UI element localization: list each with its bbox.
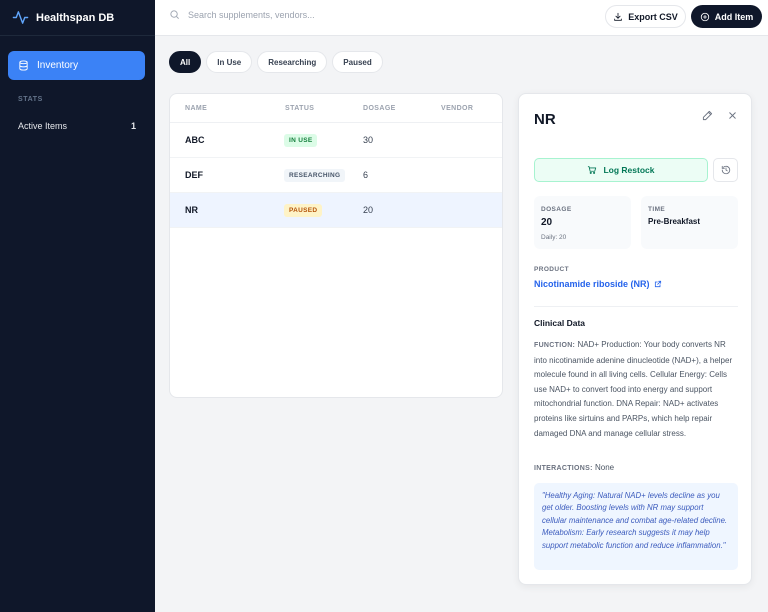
row-name: ABC (185, 135, 205, 145)
row-dosage: 6 (363, 170, 369, 180)
table-row[interactable]: ABC IN USE 30 (170, 123, 502, 158)
row-name: NR (185, 205, 198, 215)
close-button[interactable] (725, 108, 739, 122)
edit-button[interactable] (700, 108, 714, 122)
detail-panel: NR Log Restock DOSAGE 20 Daily: 20 TIME … (518, 93, 752, 585)
dosage-label: DOSAGE (541, 206, 572, 213)
sidebar-item-label: Inventory (37, 60, 79, 71)
search-input[interactable] (188, 9, 448, 20)
table-row[interactable]: DEF RESEARCHING 6 (170, 158, 502, 193)
stat-value: 1 (130, 121, 136, 131)
product-link[interactable]: Nicotinamide riboside (NR) (534, 279, 662, 289)
clinical-interactions: INTERACTIONS: None (534, 463, 614, 472)
function-label: FUNCTION: (534, 342, 576, 349)
row-dosage: 20 (363, 205, 374, 215)
history-icon (721, 165, 730, 175)
external-link-icon (654, 280, 661, 288)
filter-researching[interactable]: Researching (257, 51, 328, 73)
clinical-data-title: Clinical Data (534, 318, 586, 328)
export-csv-label: Export CSV (628, 11, 678, 22)
row-dosage: 30 (363, 135, 374, 145)
column-header-dosage[interactable]: DOSAGE (363, 105, 396, 112)
clinical-function: FUNCTION: NAD+ Production: Your body con… (534, 338, 740, 441)
brand: Healthspan DB (0, 0, 155, 36)
filter-in-use[interactable]: In Use (206, 51, 253, 73)
interactions-value: None (594, 463, 615, 472)
add-item-label: Add Item (714, 11, 754, 22)
log-restock-label: Log Restock (603, 165, 655, 175)
search-icon (170, 10, 179, 19)
detail-title: NR (534, 111, 556, 128)
status-filters: All In Use Researching Paused (169, 51, 383, 73)
stat-label: Active Items (18, 121, 68, 131)
database-icon (19, 60, 28, 71)
column-header-name[interactable]: NAME (185, 105, 207, 112)
status-badge: IN USE (284, 134, 318, 147)
status-badge: PAUSED (284, 204, 323, 217)
time-value: Pre-Breakfast (648, 217, 701, 226)
function-text: NAD+ Production: Your body converts NR i… (534, 340, 733, 438)
table-row[interactable]: NR PAUSED 20 (170, 193, 502, 228)
time-label: TIME (648, 206, 666, 213)
sidebar: Healthspan DB Inventory STATS Active Ite… (0, 0, 155, 612)
search-bar (169, 9, 448, 20)
column-header-status[interactable]: STATUS (285, 105, 314, 112)
research-quote: "Healthy Aging: Natural NAD+ levels decl… (534, 483, 738, 570)
status-badge: RESEARCHING (284, 169, 346, 182)
download-icon (614, 12, 622, 21)
dosage-card: DOSAGE 20 Daily: 20 (534, 196, 631, 249)
pulse-icon (12, 11, 29, 24)
stat-active-items: Active Items 1 (18, 121, 136, 131)
filter-all[interactable]: All (169, 51, 202, 73)
dosage-value: 20 (541, 217, 553, 228)
product-label: PRODUCT (534, 266, 569, 273)
inventory-table: NAME STATUS DOSAGE VENDOR ABC IN USE 30 … (169, 93, 503, 398)
history-button[interactable] (713, 158, 738, 182)
plus-circle-icon (700, 12, 709, 21)
divider (534, 306, 738, 307)
time-card: TIME Pre-Breakfast (641, 196, 738, 249)
dosage-sub: Daily: 20 (541, 234, 567, 241)
log-restock-button[interactable]: Log Restock (534, 158, 708, 182)
product-name: Nicotinamide riboside (NR) (534, 279, 650, 289)
pencil-icon (702, 110, 712, 120)
interactions-label: INTERACTIONS: (534, 465, 593, 472)
table-header: NAME STATUS DOSAGE VENDOR (170, 94, 502, 123)
close-icon (728, 111, 736, 119)
row-name: DEF (185, 170, 203, 180)
app-title: Healthspan DB (36, 11, 115, 24)
export-csv-button[interactable]: Export CSV (605, 5, 686, 28)
cart-icon (588, 166, 597, 174)
add-item-button[interactable]: Add Item (691, 5, 762, 28)
topbar: Export CSV Add Item (155, 0, 768, 36)
filter-paused[interactable]: Paused (332, 51, 383, 73)
sidebar-item-inventory[interactable]: Inventory (8, 51, 145, 80)
column-header-vendor[interactable]: VENDOR (441, 105, 473, 112)
stats-header: STATS (18, 96, 43, 103)
